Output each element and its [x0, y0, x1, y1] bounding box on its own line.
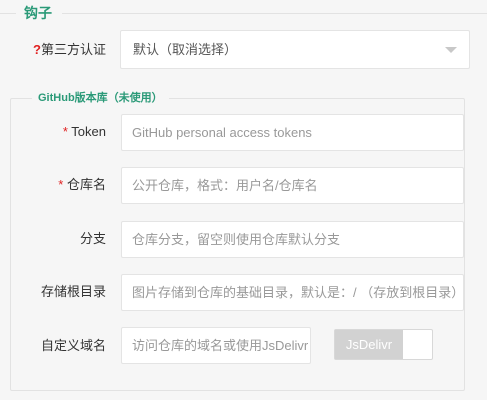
branch-label: 分支: [79, 231, 106, 246]
github-fieldset-legend: GitHub版本库（未使用）: [32, 91, 169, 105]
token-label: * Token: [62, 124, 106, 139]
third-party-auth-select[interactable]: 默认（取消选择）: [120, 30, 470, 69]
branch-input[interactable]: 仓库分支，留空则使用仓库默认分支: [121, 221, 464, 258]
repo-input[interactable]: 公开仓库，格式：用户名/仓库名: [121, 167, 464, 204]
root-dir-input[interactable]: 图片存储到仓库的基础目录，默认是：/ （存放到根目录）: [121, 274, 464, 311]
required-mark: *: [62, 124, 68, 139]
required-mark: *: [58, 177, 64, 192]
section-title: 钩子: [24, 5, 52, 21]
jsdelivr-toggle-label: JsDelivr: [335, 330, 403, 359]
repo-label: * 仓库名: [58, 177, 106, 192]
custom-domain-input[interactable]: 访问仓库的域名或使用JsDelivr: [121, 327, 311, 364]
help-mark: ?: [33, 42, 41, 57]
section-divider-left: [0, 13, 16, 14]
token-input[interactable]: GitHub personal access tokens: [121, 114, 464, 151]
section-divider-right: [62, 13, 487, 14]
root-dir-label: 存储根目录: [40, 284, 106, 299]
third-party-auth-label: ?第三方认证: [33, 42, 106, 57]
custom-domain-label: 自定义域名: [40, 338, 106, 353]
chevron-down-icon: [445, 47, 457, 53]
select-value: 默认（取消选择）: [133, 42, 238, 57]
jsdelivr-toggle[interactable]: JsDelivr: [334, 329, 433, 360]
